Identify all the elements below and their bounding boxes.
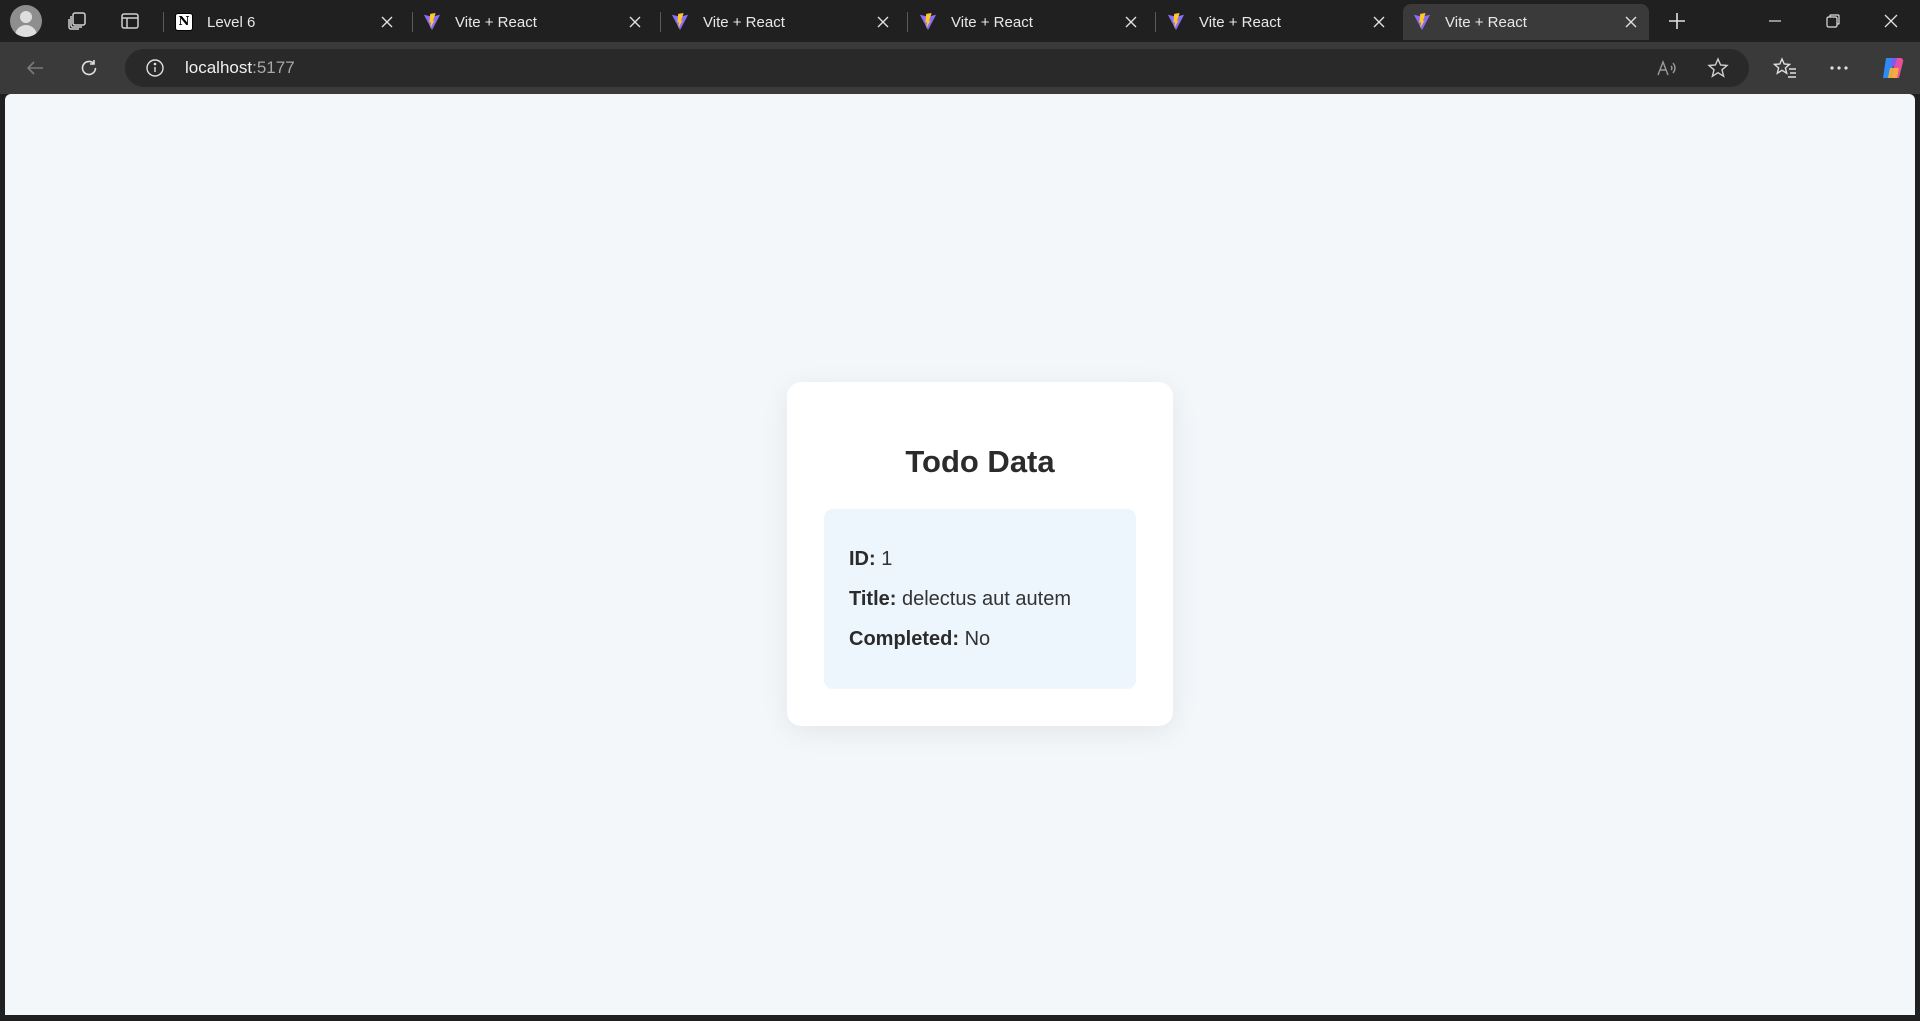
- close-icon[interactable]: [1365, 8, 1393, 36]
- url-host: localhost: [185, 58, 253, 77]
- refresh-button[interactable]: [72, 51, 106, 85]
- vertical-tabs-icon[interactable]: [113, 4, 147, 38]
- tab-vite-react-active[interactable]: Vite + React: [1403, 4, 1649, 40]
- close-window-button[interactable]: [1874, 4, 1908, 38]
- tab-strip: N Level 6 Vite + React Vite + React Vite…: [0, 0, 1920, 42]
- back-button[interactable]: [18, 51, 52, 85]
- tab-vite-react[interactable]: Vite + React: [413, 4, 653, 40]
- copilot-icon[interactable]: [1876, 51, 1910, 85]
- todo-completed-value: No: [964, 628, 991, 650]
- read-aloud-icon[interactable]: [1656, 58, 1678, 83]
- todo-card: Todo Data ID: 1 Title: delectus aut aute…: [787, 382, 1173, 726]
- tab-separator: [163, 12, 164, 32]
- close-icon[interactable]: [869, 8, 897, 36]
- close-icon[interactable]: [621, 8, 649, 36]
- vite-icon: [919, 13, 937, 31]
- tab-level-6[interactable]: N Level 6: [165, 4, 405, 40]
- close-icon[interactable]: [373, 8, 401, 36]
- workspaces-icon[interactable]: [60, 4, 94, 38]
- todo-details: ID: 1 Title: delectus aut autem Complete…: [824, 509, 1136, 689]
- todo-id-row: ID: 1: [849, 547, 1136, 587]
- restore-button[interactable]: [1816, 4, 1850, 38]
- url-text[interactable]: localhost:5177: [185, 58, 295, 78]
- browser-toolbar: localhost:5177: [0, 42, 1920, 94]
- tab-title: Vite + React: [1445, 13, 1527, 31]
- page-title: Todo Data: [905, 444, 1055, 479]
- todo-id-value: 1: [881, 548, 893, 570]
- site-info-icon[interactable]: [145, 58, 165, 83]
- minimize-button[interactable]: [1758, 4, 1792, 38]
- tab-separator: [907, 12, 908, 32]
- close-icon[interactable]: [1117, 8, 1145, 36]
- notion-icon: N: [175, 13, 193, 31]
- tab-vite-react[interactable]: Vite + React: [909, 4, 1149, 40]
- url-port: :5177: [252, 58, 295, 77]
- todo-completed-row: Completed: No: [849, 627, 1136, 667]
- field-label: ID:: [849, 548, 876, 570]
- tab-title: Vite + React: [455, 13, 537, 31]
- tab-vite-react[interactable]: Vite + React: [661, 4, 901, 40]
- vite-icon: [423, 13, 441, 31]
- tab-title: Vite + React: [1199, 13, 1281, 31]
- vite-icon: [1167, 13, 1185, 31]
- field-label: Title:: [849, 588, 897, 610]
- vite-icon: [671, 13, 689, 31]
- profile-avatar[interactable]: [10, 5, 42, 37]
- todo-title-row: Title: delectus aut autem: [849, 587, 1136, 627]
- page-viewport: Todo Data ID: 1 Title: delectus aut aute…: [5, 94, 1915, 1015]
- field-label: Completed:: [849, 628, 959, 650]
- favorite-star-icon[interactable]: [1707, 57, 1729, 84]
- more-options-icon[interactable]: [1822, 51, 1856, 85]
- close-icon[interactable]: [1617, 8, 1645, 36]
- vite-icon: [1413, 13, 1431, 31]
- tab-title: Level 6: [207, 13, 256, 31]
- tab-separator: [1155, 12, 1156, 32]
- tab-title: Vite + React: [703, 13, 785, 31]
- tab-title: Vite + React: [951, 13, 1033, 31]
- tab-vite-react[interactable]: Vite + React: [1157, 4, 1397, 40]
- favorites-icon[interactable]: [1768, 51, 1802, 85]
- new-tab-button[interactable]: [1660, 4, 1694, 38]
- address-bar[interactable]: localhost:5177: [125, 49, 1749, 87]
- todo-title-value: delectus aut autem: [901, 588, 1071, 610]
